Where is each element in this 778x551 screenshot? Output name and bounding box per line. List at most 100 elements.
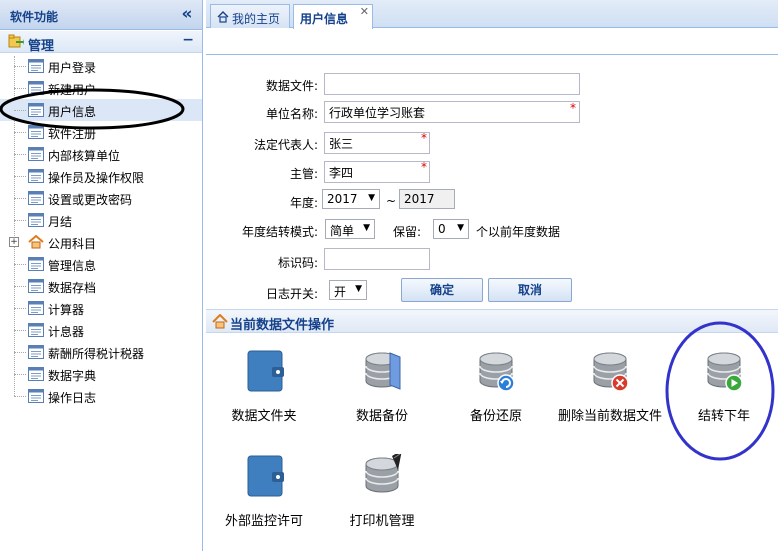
year-from-select[interactable]: 2017 ▼ <box>322 189 380 209</box>
sidebar-item[interactable]: 操作日志 <box>0 385 202 407</box>
supervisor-input[interactable] <box>324 161 430 183</box>
form-icon <box>28 323 44 337</box>
ops-section-title: 当前数据文件操作 <box>230 318 335 333</box>
op-tile[interactable]: 备份还原 <box>440 349 552 439</box>
form-icon <box>28 301 44 315</box>
sidebar-item-label: 月结 <box>48 215 73 229</box>
tree-guide-line <box>14 198 26 199</box>
tree-guide-line <box>14 352 26 353</box>
tab-home[interactable]: 我的主页 <box>210 4 290 28</box>
folder-icon <box>247 350 284 392</box>
sidebar-item-label: 公用科目 <box>48 237 97 251</box>
tree-guide-line <box>14 132 26 133</box>
id-code-label: 标识码: <box>277 256 318 270</box>
tab-home-label: 我的主页 <box>232 12 281 26</box>
data-file-input[interactable] <box>324 73 580 95</box>
tree-guide-line <box>14 110 26 111</box>
form-icon <box>28 169 44 183</box>
tree-guide-line <box>14 264 26 265</box>
tree-guide-line <box>14 220 26 221</box>
tree-guide-line <box>14 396 26 397</box>
sidebar-item-label: 用户信息 <box>48 105 97 119</box>
sidebar-item[interactable]: 用户登录 <box>0 55 202 77</box>
year-to-field: 2017 <box>399 189 455 209</box>
legal-rep-input[interactable] <box>324 132 430 154</box>
sidebar-item[interactable]: 数据存档 <box>0 275 202 297</box>
op-tile[interactable]: 数据备份 <box>326 349 438 439</box>
sidebar-item[interactable]: + 公用科目 <box>0 231 202 253</box>
folder-arrow-icon <box>8 34 24 48</box>
form-icon <box>28 81 44 95</box>
form-icon <box>28 59 44 73</box>
log-switch-label: 日志开关: <box>265 287 318 301</box>
required-mark: * <box>421 131 427 145</box>
carry-mode-label: 年度结转模式: <box>241 225 318 239</box>
sidebar-item[interactable]: 管理信息 <box>0 253 202 275</box>
sidebar-item-label: 设置或更改密码 <box>48 193 133 207</box>
sidebar-item-label: 内部核算单位 <box>48 149 121 163</box>
unit-name-input[interactable] <box>324 101 580 123</box>
sidebar-item-label: 用户登录 <box>48 61 97 75</box>
sidebar-item[interactable]: 计息器 <box>0 319 202 341</box>
home-icon <box>217 11 229 23</box>
sidebar-item[interactable]: 软件注册 <box>0 121 202 143</box>
data-file-label: 数据文件: <box>265 79 318 93</box>
sidebar-item-label: 数据字典 <box>48 369 97 383</box>
form-icon <box>28 213 44 227</box>
tab-user-info[interactable]: 用户信息 ✕ <box>293 4 373 29</box>
sidebar-header: 软件功能 « <box>0 0 202 30</box>
tab-close-icon[interactable]: ✕ <box>360 5 369 18</box>
sidebar-item-label: 软件注册 <box>48 127 97 141</box>
group-header-manage[interactable]: 管理 − <box>0 31 202 54</box>
required-mark: * <box>570 101 576 115</box>
tree-guide-line <box>14 154 26 155</box>
sidebar-item[interactable]: 操作员及操作权限 <box>0 165 202 187</box>
required-mark: * <box>421 160 427 174</box>
sidebar-item[interactable]: 数据字典 <box>0 363 202 385</box>
op-tile[interactable]: 数据文件夹 <box>208 349 320 439</box>
cancel-button[interactable]: 取消 <box>488 278 572 302</box>
tab-bar: 我的主页 用户信息 ✕ <box>206 0 778 29</box>
content-divider <box>206 54 778 55</box>
database-printer-icon <box>365 454 402 493</box>
year-separator: ~ <box>386 194 397 208</box>
collapse-sidebar-icon[interactable]: « <box>178 4 196 24</box>
sidebar-item[interactable]: 月结 <box>0 209 202 231</box>
form-icon <box>28 345 44 359</box>
sidebar-item[interactable]: 计算器 <box>0 297 202 319</box>
carry-mode-select[interactable]: 简单 ▼ <box>325 219 375 239</box>
carry-mode-value: 简单 <box>330 224 355 238</box>
ok-button[interactable]: 确定 <box>401 278 483 302</box>
year-label: 年度: <box>289 196 318 210</box>
chevron-down-icon: ▼ <box>355 284 362 294</box>
op-tile[interactable]: 删除当前数据文件 <box>554 349 666 439</box>
log-switch-value: 开 <box>334 285 347 299</box>
legal-rep-label: 法定代表人: <box>253 138 318 152</box>
form-icon <box>28 367 44 381</box>
database-backup-icon <box>365 352 401 390</box>
form-icon <box>28 103 44 117</box>
ops-section-header: 当前数据文件操作 <box>206 309 778 333</box>
op-tile[interactable]: 外部监控许可 <box>208 454 320 544</box>
year-to-value: 2017 <box>404 192 435 206</box>
chevron-down-icon: ▼ <box>368 193 375 203</box>
group-collapse-icon[interactable]: − <box>182 32 194 48</box>
keep-suffix: 个以前年度数据 <box>476 225 561 239</box>
op-tile-label: 数据备份 <box>355 409 408 424</box>
log-switch-select[interactable]: 开 ▼ <box>329 280 367 300</box>
main-content: 数据文件: 单位名称: * 法定代表人: * 主管: * 年度: 2017 ▼ … <box>206 29 778 551</box>
sidebar-item-label: 计算器 <box>48 303 85 317</box>
expand-icon[interactable]: + <box>9 237 19 247</box>
sidebar-item[interactable]: 薪酬所得税计税器 <box>0 341 202 363</box>
op-tile[interactable]: 结转下年 <box>668 349 778 439</box>
op-tile[interactable]: 打印机管理 <box>326 454 438 544</box>
sidebar-item[interactable]: 新建用户 <box>0 77 202 99</box>
keep-select[interactable]: 0 ▼ <box>433 219 469 239</box>
sidebar-item[interactable]: 内部核算单位 <box>0 143 202 165</box>
sidebar-item-label: 新建用户 <box>48 83 97 97</box>
op-tile-label: 打印机管理 <box>349 514 415 529</box>
sidebar-item[interactable]: 用户信息 <box>0 99 202 121</box>
form-icon <box>28 257 44 271</box>
sidebar-item[interactable]: 设置或更改密码 <box>0 187 202 209</box>
id-code-input[interactable] <box>324 248 430 270</box>
